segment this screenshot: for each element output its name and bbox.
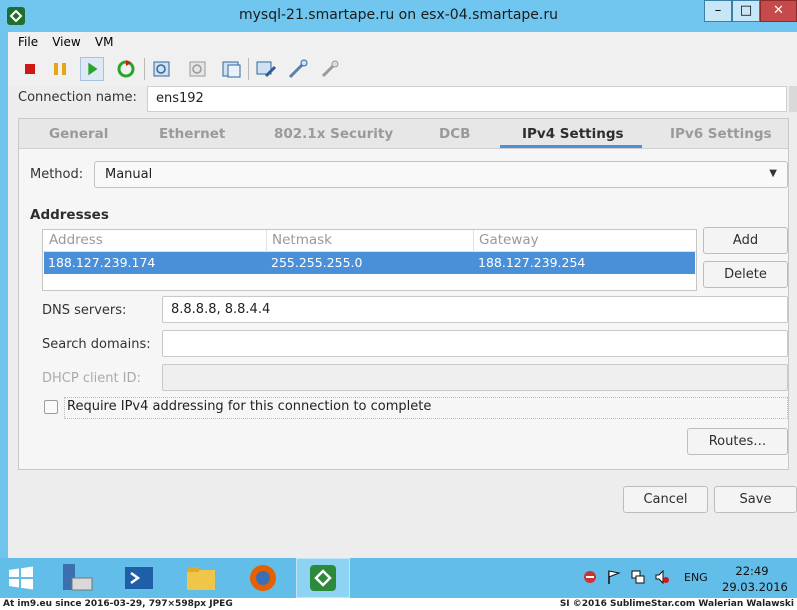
window-title: mysql-21.smartape.ru on esx-04.smartape.… bbox=[239, 7, 558, 23]
console-settings-icon[interactable] bbox=[254, 57, 278, 81]
flag-icon[interactable] bbox=[606, 569, 622, 585]
save-button[interactable]: Save bbox=[714, 486, 797, 513]
tab-ethernet[interactable]: Ethernet bbox=[159, 126, 225, 142]
tab-general[interactable]: General bbox=[49, 126, 108, 142]
active-tab-indicator bbox=[500, 145, 642, 148]
maximize-button[interactable]: □ bbox=[732, 0, 760, 22]
dhcp-client-id-input bbox=[162, 364, 788, 391]
revert-snapshot-icon[interactable] bbox=[186, 57, 210, 81]
window-title-bar: mysql-21.smartape.ru on esx-04.smartape.… bbox=[0, 0, 797, 32]
stop-icon[interactable] bbox=[18, 57, 42, 81]
reset-icon[interactable] bbox=[114, 57, 138, 81]
footer-left-text: At im9.eu since 2016-03-29, 797×598px JP… bbox=[3, 599, 233, 609]
delete-button[interactable]: Delete bbox=[703, 261, 788, 288]
column-header-gateway[interactable]: Gateway bbox=[479, 232, 539, 248]
column-separator bbox=[266, 230, 267, 252]
tab-bar: General Ethernet 802.1x Security DCB IPv… bbox=[19, 119, 788, 149]
tab-ipv6-settings[interactable]: IPv6 Settings bbox=[670, 126, 772, 142]
footer-right-text: SI ©2016 SublimeStar.com Walerian Walaws… bbox=[559, 599, 794, 609]
clock-date: 29.03.2016 bbox=[722, 580, 788, 594]
search-domains-input[interactable] bbox=[162, 330, 788, 357]
method-value: Manual bbox=[105, 167, 153, 182]
row-gateway: 188.127.239.254 bbox=[478, 255, 586, 270]
connect-device-icon[interactable] bbox=[318, 57, 342, 81]
table-row[interactable]: 188.127.239.174 255.255.255.0 188.127.23… bbox=[44, 252, 695, 274]
play-icon[interactable] bbox=[80, 57, 104, 81]
image-footer: At im9.eu since 2016-03-29, 797×598px JP… bbox=[0, 598, 797, 610]
network-icon[interactable] bbox=[630, 569, 646, 585]
column-header-address[interactable]: Address bbox=[49, 232, 103, 248]
tab-dcb[interactable]: DCB bbox=[439, 126, 470, 142]
firefox-icon[interactable] bbox=[246, 562, 280, 594]
row-netmask: 255.255.255.0 bbox=[271, 255, 363, 270]
pause-icon[interactable] bbox=[48, 57, 72, 81]
file-explorer-icon[interactable] bbox=[184, 562, 218, 594]
tray-tools-icon[interactable] bbox=[582, 569, 598, 585]
addresses-table: Address Netmask Gateway 188.127.239.174 … bbox=[42, 229, 697, 291]
volume-muted-icon[interactable] bbox=[654, 569, 670, 585]
clock-time: 22:49 bbox=[735, 564, 769, 578]
edit-settings-icon[interactable] bbox=[286, 57, 310, 81]
vm-toolbar bbox=[14, 54, 794, 82]
method-label: Method: bbox=[30, 167, 84, 182]
scrollbar[interactable] bbox=[789, 86, 797, 112]
column-header-netmask[interactable]: Netmask bbox=[272, 232, 332, 248]
taskbar: ENG 22:49 29.03.2016 bbox=[0, 558, 797, 598]
dropdown-arrow-icon: ▼ bbox=[769, 168, 777, 179]
clock[interactable]: 22:49 29.03.2016 bbox=[722, 563, 788, 595]
tab-ipv4-settings[interactable]: IPv4 Settings bbox=[522, 126, 624, 142]
require-ipv4-label[interactable]: Require IPv4 addressing for this connect… bbox=[64, 397, 788, 419]
dhcp-client-id-label: DHCP client ID: bbox=[42, 371, 141, 386]
dns-servers-label: DNS servers: bbox=[42, 303, 127, 318]
routes-button[interactable]: Routes… bbox=[687, 428, 788, 455]
settings-panel: General Ethernet 802.1x Security DCB IPv… bbox=[18, 118, 789, 470]
dns-servers-input[interactable]: 8.8.8.8, 8.8.4.4 bbox=[162, 296, 788, 323]
manage-snapshots-icon[interactable] bbox=[220, 57, 244, 81]
connection-editor: Connection name: ens192 General Ethernet… bbox=[8, 86, 797, 558]
connection-name-label: Connection name: bbox=[18, 90, 137, 105]
search-domains-label: Search domains: bbox=[42, 337, 151, 352]
toolbar-separator bbox=[144, 58, 145, 80]
column-separator bbox=[473, 230, 474, 252]
input-language[interactable]: ENG bbox=[684, 571, 708, 584]
menu-view[interactable]: View bbox=[52, 35, 80, 49]
snapshot-icon[interactable] bbox=[150, 57, 174, 81]
menu-file[interactable]: File bbox=[18, 35, 38, 49]
tab-8021x-security[interactable]: 802.1x Security bbox=[274, 126, 393, 142]
windows-start-icon[interactable] bbox=[4, 562, 38, 594]
cancel-button[interactable]: Cancel bbox=[623, 486, 708, 513]
row-address: 188.127.239.174 bbox=[48, 255, 156, 270]
addresses-heading: Addresses bbox=[30, 207, 109, 223]
require-ipv4-checkbox[interactable] bbox=[44, 400, 58, 414]
server-manager-icon[interactable] bbox=[60, 562, 94, 594]
powershell-icon[interactable] bbox=[122, 562, 156, 594]
connection-name-input[interactable]: ens192 bbox=[147, 86, 787, 112]
minimize-button[interactable]: – bbox=[704, 0, 732, 22]
vsphere-client-icon[interactable] bbox=[306, 562, 340, 594]
table-header: Address Netmask Gateway bbox=[43, 230, 696, 252]
close-button[interactable]: ✕ bbox=[760, 0, 797, 22]
add-button[interactable]: Add bbox=[703, 227, 788, 254]
menu-vm[interactable]: VM bbox=[95, 35, 114, 49]
toolbar-separator bbox=[248, 58, 249, 80]
method-dropdown[interactable]: Manual ▼ bbox=[94, 161, 788, 188]
menu-bar: File View VM bbox=[18, 35, 123, 53]
